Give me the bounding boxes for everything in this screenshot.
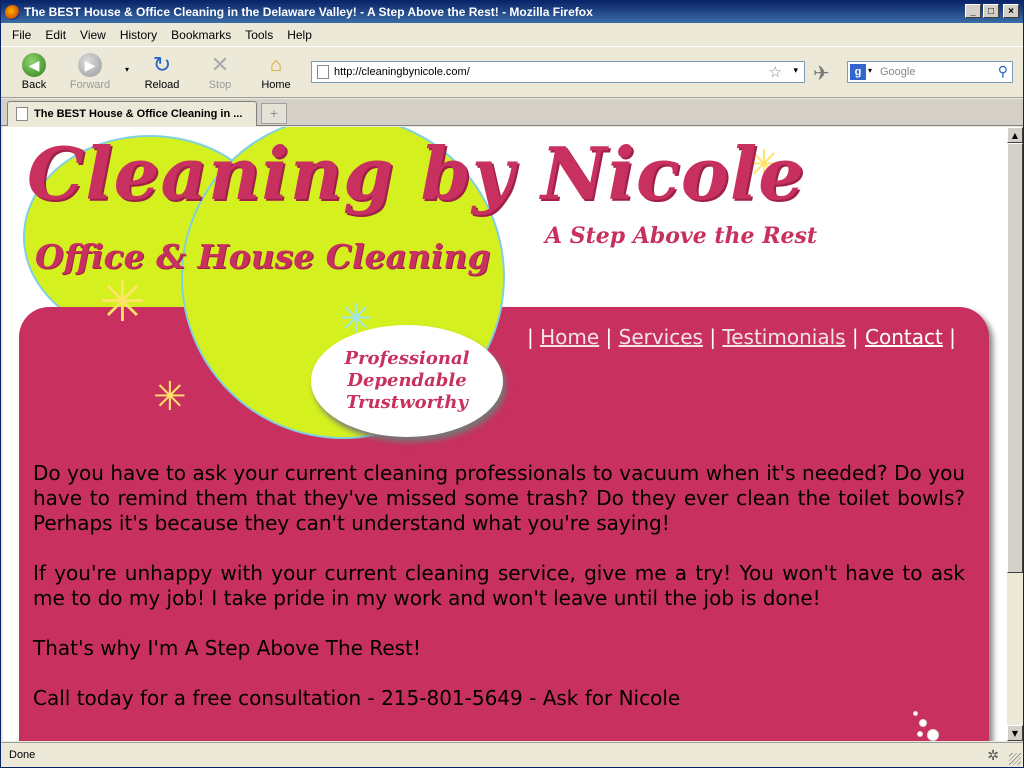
body-paragraph: Do you have to ask your current cleaning… — [33, 461, 965, 535]
firefox-icon — [5, 4, 20, 20]
tab-title: The BEST House & Office Cleaning in ... — [34, 108, 243, 120]
scroll-up-button[interactable]: ▲ — [1007, 127, 1023, 143]
page-icon — [317, 65, 329, 79]
page-body: Do you have to ask your current cleaning… — [33, 461, 965, 736]
new-tab-button[interactable]: + — [261, 103, 287, 124]
addon-bird-icon[interactable]: ✈ — [813, 61, 830, 85]
site-logo[interactable]: Cleaning by Nicole — [27, 131, 805, 216]
bookmark-star-icon[interactable]: ☆ — [769, 63, 782, 81]
url-text: http://cleaningbynicole.com/ — [334, 66, 470, 78]
google-icon[interactable]: g — [850, 64, 866, 80]
nav-testimonials-link[interactable]: Testimonials — [722, 325, 845, 349]
menu-help[interactable]: Help — [280, 28, 319, 42]
vertical-scrollbar[interactable]: ▲ ▼ — [1007, 127, 1023, 741]
maximize-button[interactable]: □ — [983, 4, 999, 18]
menu-edit[interactable]: Edit — [38, 28, 73, 42]
tab-bar: The BEST House & Office Cleaning in ... … — [1, 99, 1023, 126]
home-button[interactable]: ⌂ Home — [251, 53, 301, 92]
badge-line: Trustworthy — [346, 392, 468, 413]
page-viewport: ✳ ✳ ✳ ✳ Cleaning by Nicole Office & Hous… — [3, 127, 1007, 741]
forward-button[interactable]: ▶ Forward — [65, 53, 115, 91]
browser-window: The BEST House & Office Cleaning in the … — [0, 0, 1024, 768]
body-paragraph: That's why I'm A Step Above The Rest! — [33, 636, 421, 660]
search-bar[interactable]: g ▾ Google ⚲ — [847, 61, 1013, 83]
reload-icon: ↻ — [152, 52, 172, 77]
forward-arrow-icon: ▶ — [78, 53, 102, 77]
qualities-badge: Professional Dependable Trustworthy — [311, 325, 503, 437]
tab-page-icon — [16, 107, 28, 121]
back-arrow-icon: ◀ — [22, 53, 46, 77]
resize-grip[interactable] — [1009, 753, 1021, 765]
sparkle-icon: ✳ — [153, 374, 187, 420]
site-nav: | Home | Services | Testimonials | Conta… — [527, 325, 956, 349]
search-icon[interactable]: ⚲ — [998, 63, 1008, 80]
nav-home-link[interactable]: Home — [540, 325, 599, 349]
navigation-toolbar: ◀ Back ▶ Forward ▾ ↻ Reload ✕ Stop ⌂ Hom… — [1, 46, 1023, 98]
stop-button[interactable]: ✕ Stop — [195, 52, 245, 91]
history-dropdown-button[interactable]: ▾ — [117, 65, 137, 74]
status-bar: Done ✲ — [1, 742, 1023, 767]
menu-file[interactable]: File — [5, 28, 38, 42]
search-placeholder: Google — [880, 66, 916, 78]
stop-icon: ✕ — [210, 52, 230, 77]
status-text: Done — [9, 749, 36, 761]
site-subtitle: Office & House Cleaning — [35, 237, 491, 276]
badge-line: Professional — [344, 348, 470, 369]
site-tagline: A Step Above the Rest — [545, 223, 818, 249]
badge-line: Dependable — [347, 370, 467, 391]
body-paragraph: If you're unhappy with your current clea… — [33, 561, 965, 610]
back-button[interactable]: ◀ Back — [9, 53, 59, 91]
firebug-icon[interactable]: ✲ — [987, 747, 999, 764]
window-title: The BEST House & Office Cleaning in the … — [24, 5, 593, 19]
scroll-down-button[interactable]: ▼ — [1007, 725, 1023, 741]
menu-bar: File Edit View History Bookmarks Tools H… — [1, 24, 1023, 46]
menu-tools[interactable]: Tools — [238, 28, 280, 42]
title-bar: The BEST House & Office Cleaning in the … — [1, 1, 1023, 23]
address-bar[interactable]: http://cleaningbynicole.com/ ☆ ▾ — [311, 61, 805, 83]
sparkle-icon: ✳ — [99, 270, 146, 335]
close-button[interactable]: × — [1003, 4, 1019, 18]
url-dropdown-icon[interactable]: ▾ — [793, 65, 798, 76]
nav-services-link[interactable]: Services — [619, 325, 703, 349]
scroll-thumb[interactable] — [1007, 143, 1023, 573]
nav-contact-link[interactable]: Contact — [865, 325, 943, 349]
minimize-button[interactable]: _ — [965, 4, 981, 18]
reload-button[interactable]: ↻ Reload — [137, 52, 187, 91]
menu-view[interactable]: View — [73, 28, 113, 42]
menu-bookmarks[interactable]: Bookmarks — [164, 28, 238, 42]
body-paragraph: Call today for a free consultation - 215… — [33, 686, 681, 710]
home-icon: ⌂ — [269, 53, 283, 76]
search-engine-dropdown-icon[interactable]: ▾ — [868, 66, 872, 75]
tab-active[interactable]: The BEST House & Office Cleaning in ... — [7, 101, 257, 126]
menu-history[interactable]: History — [113, 28, 164, 42]
